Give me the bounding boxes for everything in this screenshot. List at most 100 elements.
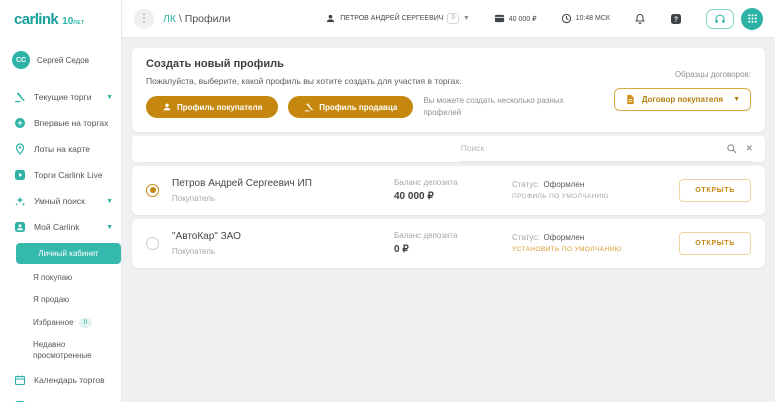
balance-label: Баланс депозита — [394, 231, 512, 240]
balance-value: 40 000 ₽ — [509, 15, 537, 23]
clock-indicator: 10:48 МСК — [561, 13, 610, 24]
person-icon — [162, 102, 172, 112]
search-field[interactable]: ✕ — [461, 136, 753, 162]
search-icon[interactable] — [726, 143, 737, 154]
profile-balance-column: Баланс депозита 40 000 ₽ — [394, 178, 512, 202]
profile-name-column: Петров Андрей Сергеевич ИП Покупатель — [172, 178, 394, 203]
contract-samples-label: Образцы договоров: — [675, 70, 751, 79]
logo[interactable]: carlink 10ЛЕТ — [0, 0, 121, 38]
status-value: Оформлен — [544, 233, 585, 242]
sidebar-item-smart-search[interactable]: Умный поиск ▼ — [0, 188, 121, 214]
default-profile-label: ПРОФИЛЬ ПО УМОЛЧАНИЮ — [512, 193, 679, 200]
status-line: Статус:Оформлен — [512, 180, 679, 189]
sidebar-item-label: Впервые на торгах — [34, 118, 108, 128]
document-icon — [625, 94, 636, 105]
chevron-down-icon[interactable]: ▼ — [106, 198, 113, 205]
sidebar-item-carlink-live[interactable]: Торги Carlink Live — [0, 162, 121, 188]
profile-radio-selected[interactable] — [146, 184, 159, 197]
profile-status-column: Статус:Оформлен УСТАНОВИТЬ ПО УМОЛЧАНИЮ — [512, 233, 679, 253]
sidebar-item-lots-on-map[interactable]: Лоты на карте — [0, 136, 121, 162]
user-menu-name: ПЕТРОВ АНДРЕЙ СЕРГЕЕВИЧ — [340, 15, 443, 22]
search-bar: ✕ — [132, 136, 765, 162]
chevron-down-icon[interactable]: ▼ — [106, 224, 113, 231]
person-icon — [325, 13, 336, 24]
sidebar-subitem-recently-viewed[interactable]: Недавно просмотренные — [0, 334, 121, 367]
user-menu[interactable]: ПЕТРОВ АНДРЕЙ СЕРГЕЕВИЧ 0 ▼ — [325, 13, 470, 24]
notifications-button[interactable] — [634, 13, 646, 25]
user-menu-badge: 0 — [447, 13, 458, 24]
create-profile-card: Создать новый профиль Пожалуйста, выбери… — [132, 48, 765, 132]
calendar-icon — [14, 374, 26, 386]
brand-wordmark: carlink — [14, 12, 58, 27]
balance-label: Баланс депозита — [394, 178, 512, 187]
balance-value: 40 000 ₽ — [394, 191, 512, 202]
breadcrumb-root[interactable]: ЛК — [163, 13, 176, 25]
chevron-down-icon[interactable]: ▼ — [106, 94, 113, 101]
sidebar: carlink 10ЛЕТ СС Сергей Седов Текущие то… — [0, 0, 122, 402]
person-badge-icon — [14, 221, 26, 233]
profile-status-column: Статус:Оформлен ПРОФИЛЬ ПО УМОЛЧАНИЮ — [512, 180, 679, 200]
question-mark-icon: ? — [670, 13, 682, 25]
create-profile-buttons: Профиль покупателя Профиль продавца Вы м… — [146, 95, 614, 120]
help-button[interactable]: ? — [670, 13, 682, 25]
status-line: Статус:Оформлен — [512, 233, 679, 242]
app-window: carlink 10ЛЕТ СС Сергей Седов Текущие то… — [0, 0, 775, 402]
profile-name-column: "АвтоКар" ЗАО Покупатель — [172, 231, 394, 256]
balance-indicator[interactable]: 40 000 ₽ — [494, 13, 537, 24]
wallet-icon — [494, 13, 505, 24]
clear-search-icon[interactable]: ✕ — [745, 144, 753, 153]
content-area: Создать новый профиль Пожалуйста, выбери… — [122, 38, 775, 402]
sidebar-item-label: Торги Carlink Live — [34, 170, 103, 180]
search-input[interactable] — [461, 143, 719, 153]
sidebar-item-statistics[interactable]: Статистика — [0, 393, 121, 402]
avatar: СС — [12, 51, 30, 69]
anniversary-badge: 10ЛЕТ — [62, 17, 85, 27]
sparkles-icon — [14, 195, 26, 207]
sidebar-user-name: Сергей Седов — [37, 56, 89, 65]
bell-icon — [634, 13, 646, 25]
favorites-count-badge: 0 — [79, 318, 93, 328]
chevron-down-icon: ▼ — [733, 96, 740, 103]
sidebar-item-my-carlink[interactable]: Мой Carlink ▼ — [0, 214, 121, 240]
profile-name: "АвтоКар" ЗАО — [172, 231, 386, 242]
kebab-menu-button[interactable]: ⋮ — [134, 9, 154, 29]
sidebar-subitem-personal-cabinet-active[interactable]: Личный кабинет — [16, 243, 121, 264]
sidebar-subitem-favorites[interactable]: Избранное0 — [0, 312, 121, 334]
sidebar-item-current-auctions[interactable]: Текущие торги ▼ — [0, 84, 121, 110]
play-icon — [14, 169, 26, 181]
sidebar-item-label: Лоты на карте — [34, 144, 90, 154]
profile-type: Покупатель — [172, 247, 386, 256]
main-area: ⋮ ЛК \ Профили ПЕТРОВ АНДРЕЙ СЕРГЕЕВИЧ 0… — [122, 0, 775, 402]
vertical-dots-icon: ⋮ — [139, 13, 149, 24]
profile-balance-column: Баланс депозита 0 ₽ — [394, 231, 512, 255]
profile-radio-unselected[interactable] — [146, 237, 159, 250]
sidebar-item-auction-calendar[interactable]: Календарь торгов — [0, 367, 121, 393]
sidebar-subitem-i-sell[interactable]: Я продаю — [0, 289, 121, 311]
open-profile-button[interactable]: ОТКРЫТЬ — [679, 179, 751, 202]
chevron-down-icon: ▼ — [463, 15, 470, 22]
seller-profile-button[interactable]: Профиль продавца — [288, 96, 413, 118]
sidebar-item-label: Мой Carlink — [34, 222, 79, 232]
sidebar-item-first-time[interactable]: Впервые на торгах — [0, 110, 121, 136]
sidebar-subitem-i-buy[interactable]: Я покупаю — [0, 267, 121, 289]
contract-samples: Образцы договоров: Договор покупателя ▼ — [614, 58, 751, 111]
map-pin-icon — [14, 143, 26, 155]
apps-grid-button[interactable] — [741, 8, 763, 30]
status-value: Оформлен — [544, 180, 585, 189]
clock-icon — [561, 13, 572, 24]
open-profile-button[interactable]: ОТКРЫТЬ — [679, 232, 751, 255]
time-value: 10:48 МСК — [576, 15, 610, 22]
set-default-link[interactable]: УСТАНОВИТЬ ПО УМОЛЧАНИЮ — [512, 246, 679, 253]
profile-row-petrov: Петров Андрей Сергеевич ИП Покупатель Ба… — [132, 166, 765, 215]
profile-name: Петров Андрей Сергеевич ИП — [172, 178, 386, 189]
buyer-profile-button[interactable]: Профиль покупателя — [146, 96, 278, 118]
sidebar-user[interactable]: СС Сергей Седов — [0, 38, 121, 78]
support-button[interactable] — [706, 9, 734, 29]
sidebar-item-label: Текущие торги — [34, 92, 91, 102]
create-profile-left: Создать новый профиль Пожалуйста, выбери… — [146, 58, 614, 120]
gavel-icon — [304, 102, 314, 112]
create-profile-subtitle: Пожалуйста, выберите, какой профиль вы х… — [146, 76, 614, 86]
create-profile-note: Вы можете создать несколько разных профи… — [423, 95, 573, 120]
headphones-icon — [714, 13, 726, 25]
buyer-contract-dropdown[interactable]: Договор покупателя ▼ — [614, 88, 751, 111]
